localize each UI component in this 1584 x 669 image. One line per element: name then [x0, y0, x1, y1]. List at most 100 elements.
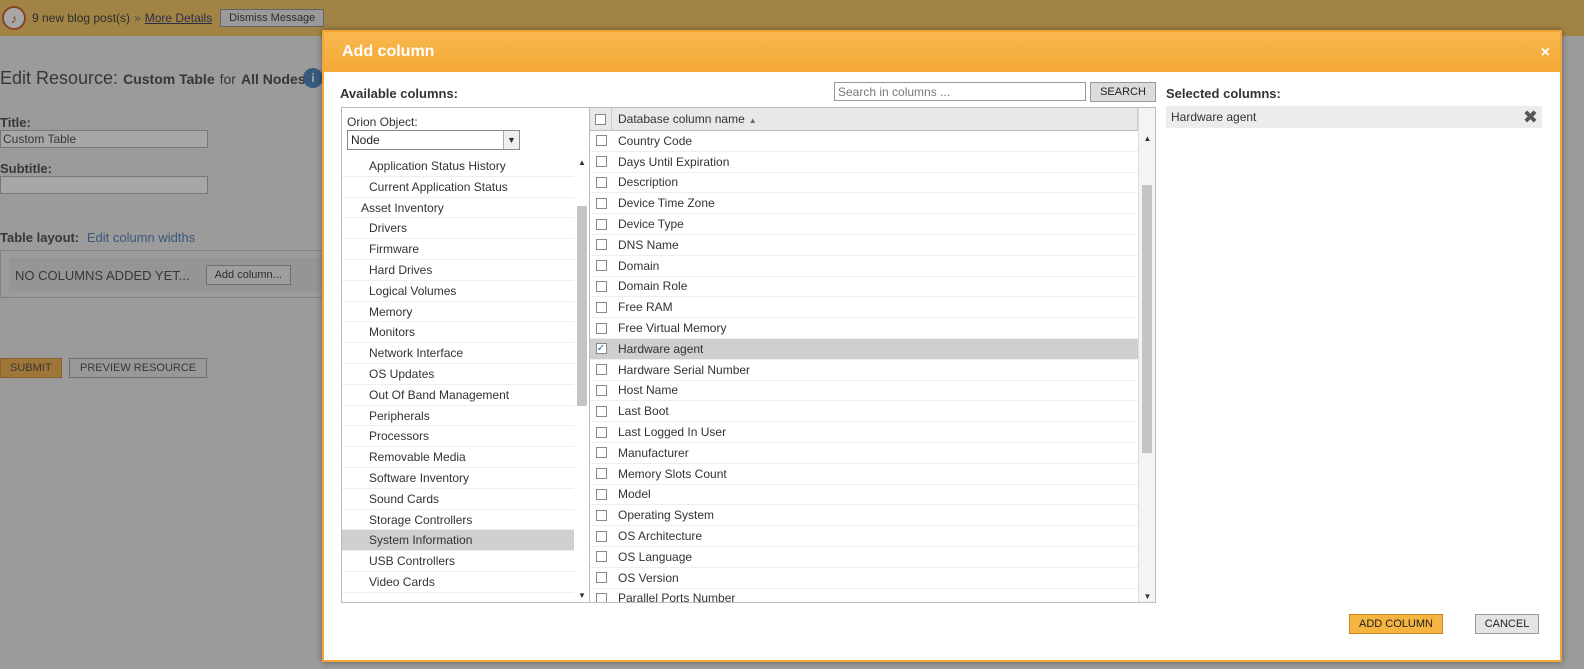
column-checkbox[interactable]: [590, 156, 612, 168]
column-checkbox[interactable]: [590, 197, 612, 209]
column-checkbox[interactable]: [590, 447, 612, 459]
checkbox-icon[interactable]: [595, 364, 607, 376]
tree-item[interactable]: Sound Cards: [342, 489, 574, 510]
tree-item[interactable]: Removable Media: [342, 447, 574, 468]
column-checkbox[interactable]: [590, 488, 612, 500]
checkbox-icon[interactable]: [595, 384, 607, 396]
search-button[interactable]: SEARCH: [1090, 82, 1156, 102]
checkbox-icon[interactable]: [595, 176, 607, 188]
checkbox-icon[interactable]: [595, 592, 607, 602]
column-checkbox[interactable]: [590, 572, 612, 584]
tree-item[interactable]: Peripherals: [342, 406, 574, 427]
tree-item[interactable]: Out Of Band Management: [342, 385, 574, 406]
table-row[interactable]: ✓ Hardware agent: [590, 338, 1138, 360]
column-checkbox[interactable]: [590, 176, 612, 188]
table-row[interactable]: OS Language: [590, 547, 1138, 568]
table-row[interactable]: DNS Name: [590, 235, 1138, 256]
scroll-down-icon[interactable]: ▼: [574, 591, 589, 600]
checkbox-icon[interactable]: [595, 426, 607, 438]
tree-item[interactable]: Hard Drives: [342, 260, 574, 281]
tree-item[interactable]: Processors: [342, 426, 574, 448]
checkbox-icon[interactable]: [595, 239, 607, 251]
column-checkbox[interactable]: [590, 239, 612, 251]
checkbox-icon[interactable]: [595, 322, 607, 334]
table-row[interactable]: Domain: [590, 256, 1138, 277]
table-row[interactable]: Free RAM: [590, 297, 1138, 319]
tree-item[interactable]: Application Status History: [342, 156, 574, 177]
tree-item[interactable]: System Information: [342, 530, 574, 552]
table-row[interactable]: Last Boot: [590, 401, 1138, 423]
column-checkbox[interactable]: [590, 218, 612, 230]
table-row[interactable]: Days Until Expiration: [590, 152, 1138, 173]
checkbox-icon[interactable]: [595, 551, 607, 563]
tree-item[interactable]: USB Controllers: [342, 551, 574, 572]
tree-item[interactable]: Monitors: [342, 322, 574, 344]
columns-scroll-thumb[interactable]: [1142, 185, 1152, 453]
tree-scroll-thumb[interactable]: [577, 206, 587, 406]
table-row[interactable]: Host Name: [590, 381, 1138, 402]
checkbox-icon[interactable]: [595, 113, 606, 125]
checkbox-icon[interactable]: [595, 260, 607, 272]
tree-item[interactable]: Memory: [342, 302, 574, 323]
column-checkbox[interactable]: [590, 322, 612, 334]
column-checkbox[interactable]: [590, 551, 612, 563]
table-row[interactable]: Memory Slots Count: [590, 464, 1138, 485]
table-row[interactable]: Last Logged In User: [590, 422, 1138, 443]
tree-item[interactable]: Software Inventory: [342, 468, 574, 489]
table-row[interactable]: Country Code: [590, 131, 1138, 152]
checkbox-icon[interactable]: [595, 156, 607, 168]
checkbox-icon[interactable]: [595, 509, 607, 521]
table-row[interactable]: OS Architecture: [590, 526, 1138, 547]
column-checkbox[interactable]: [590, 364, 612, 376]
column-name-header[interactable]: Database column name ▲: [612, 108, 1138, 131]
checkbox-icon[interactable]: [595, 405, 607, 417]
column-checkbox[interactable]: [590, 468, 612, 480]
table-row[interactable]: Description: [590, 173, 1138, 194]
tree-item[interactable]: Firmware: [342, 239, 574, 260]
checkbox-icon[interactable]: [595, 530, 607, 542]
cancel-button[interactable]: CANCEL: [1475, 614, 1539, 634]
tree-item[interactable]: Logical Volumes: [342, 281, 574, 302]
add-column-button[interactable]: ADD COLUMN: [1349, 614, 1443, 634]
scroll-up-icon[interactable]: ▲: [1139, 134, 1155, 143]
table-row[interactable]: Model: [590, 485, 1138, 506]
column-checkbox[interactable]: [590, 135, 612, 147]
table-row[interactable]: Operating System: [590, 505, 1138, 527]
checkbox-icon[interactable]: [595, 135, 607, 147]
table-row[interactable]: Parallel Ports Number: [590, 589, 1138, 602]
close-icon[interactable]: ×: [1541, 44, 1550, 62]
column-checkbox[interactable]: ✓: [590, 343, 612, 355]
tree-item[interactable]: Video Cards: [342, 572, 574, 593]
tree-item[interactable]: Current Application Status: [342, 177, 574, 198]
tree-item[interactable]: Storage Controllers: [342, 510, 574, 531]
chevron-down-icon[interactable]: ▼: [503, 131, 519, 149]
column-checkbox[interactable]: [590, 530, 612, 542]
table-row[interactable]: Free Virtual Memory: [590, 318, 1138, 339]
scroll-down-icon[interactable]: ▼: [1139, 592, 1155, 601]
checkbox-icon[interactable]: [595, 447, 607, 459]
table-row[interactable]: Domain Role: [590, 277, 1138, 298]
tree-item[interactable]: Drivers: [342, 218, 574, 240]
select-all-checkbox[interactable]: [590, 108, 612, 131]
tree-item[interactable]: OS Updates: [342, 364, 574, 385]
table-row[interactable]: Manufacturer: [590, 443, 1138, 464]
search-columns-input[interactable]: [834, 82, 1086, 101]
column-checkbox[interactable]: [590, 509, 612, 521]
checkbox-icon[interactable]: [595, 488, 607, 500]
checkbox-icon[interactable]: [595, 218, 607, 230]
table-row[interactable]: Hardware Serial Number: [590, 360, 1138, 381]
orion-object-select[interactable]: Node ▼: [347, 130, 520, 150]
checkbox-icon[interactable]: [595, 468, 607, 480]
tree-scrollbar[interactable]: ▲ ▼: [574, 156, 589, 602]
column-checkbox[interactable]: [590, 426, 612, 438]
column-checkbox[interactable]: [590, 384, 612, 396]
column-checkbox[interactable]: [590, 405, 612, 417]
remove-icon[interactable]: ✖: [1523, 107, 1538, 128]
table-row[interactable]: Device Time Zone: [590, 193, 1138, 215]
checkmark-icon[interactable]: ✓: [595, 343, 607, 355]
tree-item[interactable]: Network Interface: [342, 343, 574, 364]
column-checkbox[interactable]: [590, 260, 612, 272]
column-checkbox[interactable]: [590, 592, 612, 602]
checkbox-icon[interactable]: [595, 572, 607, 584]
checkbox-icon[interactable]: [595, 301, 607, 313]
